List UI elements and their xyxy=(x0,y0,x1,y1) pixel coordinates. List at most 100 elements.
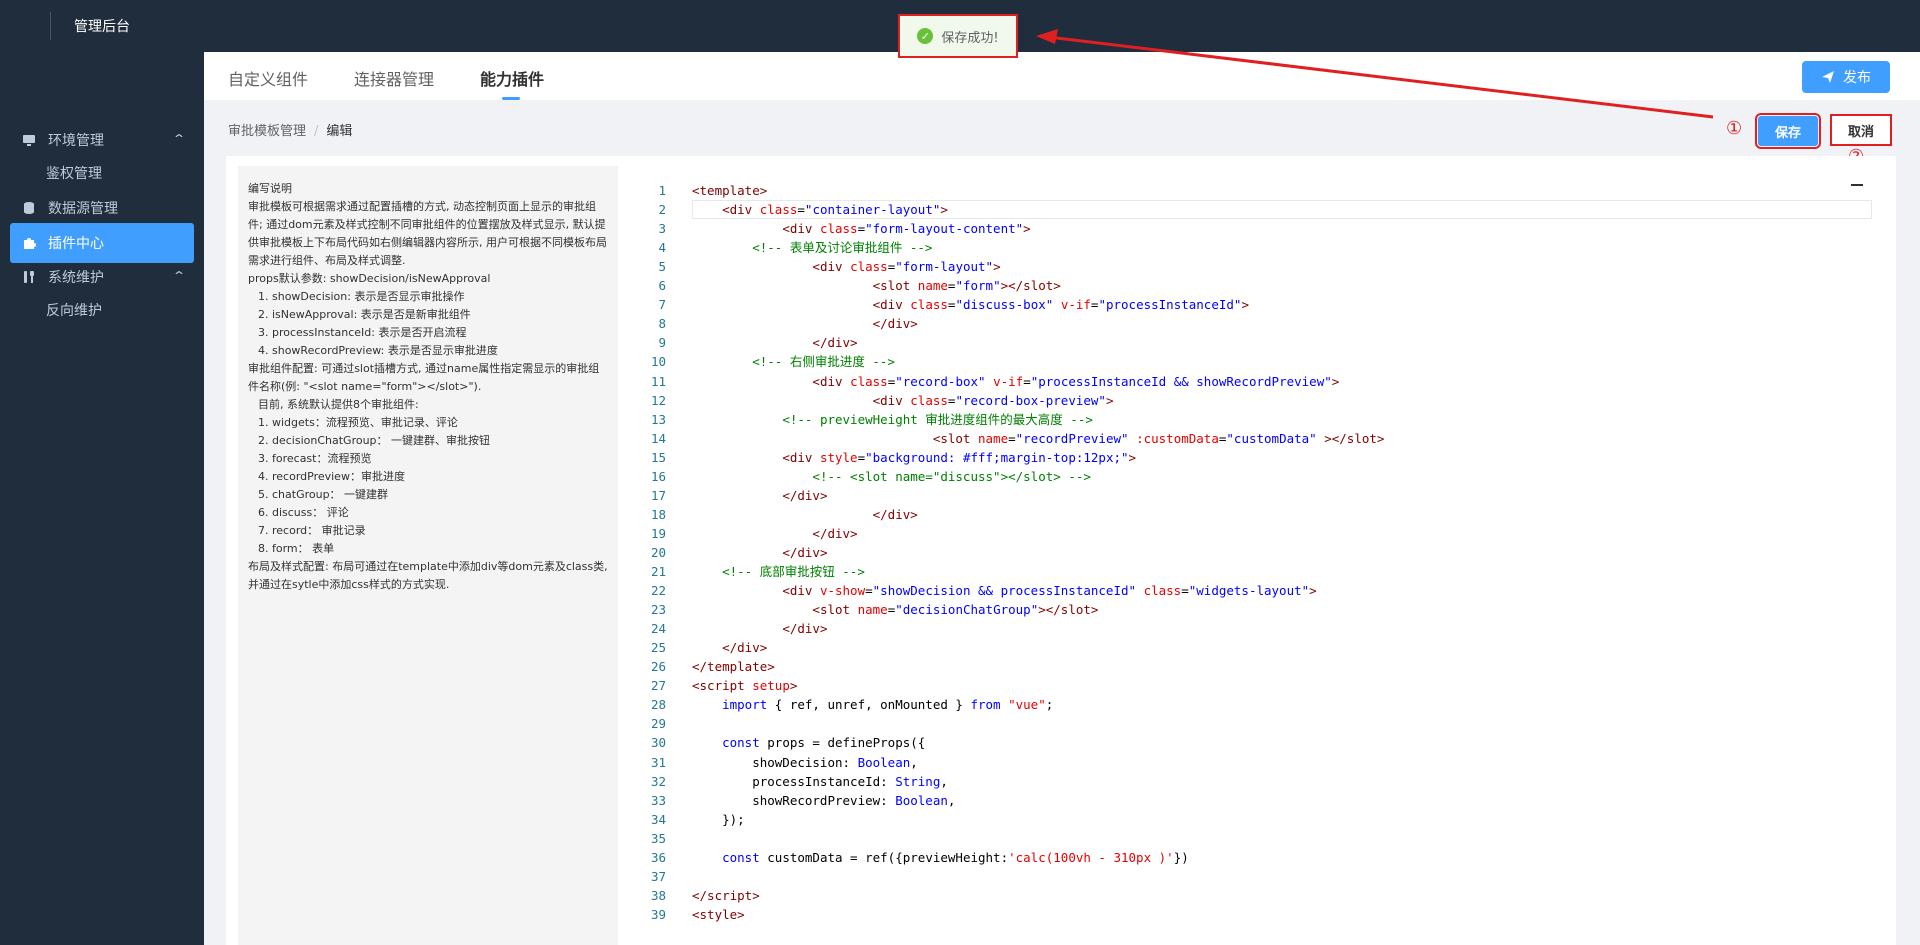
code-line[interactable]: 18 </div> xyxy=(636,505,1886,524)
line-number: 11 xyxy=(650,373,666,389)
doc-list-item: 2. isNewApproval: 表示是否是新审批组件 xyxy=(258,308,471,321)
publish-button[interactable]: 发布 xyxy=(1802,61,1890,93)
code-line[interactable]: 21 <!-- 底部审批按钮 --> xyxy=(636,562,1886,581)
sidebar-item-label: 环境管理 xyxy=(48,133,104,149)
code-text: </div> xyxy=(782,544,828,560)
code-line[interactable]: 11 <div class="record-box" v-if="process… xyxy=(636,372,1886,391)
code-line[interactable]: 8 </div> xyxy=(636,314,1886,333)
line-number: 6 xyxy=(658,278,666,294)
code-line[interactable]: 2 <div class="container-layout"> xyxy=(636,200,1886,219)
instructions-panel: 编写说明 审批模板可根据需求通过配置插槽的方式, 动态控制页面上显示的审批组件;… xyxy=(238,166,618,945)
code-text: <!-- 右侧审批进度 --> xyxy=(752,354,895,370)
code-line[interactable]: 31 showDecision: Boolean, xyxy=(636,753,1886,772)
code-line[interactable]: 32 processInstanceId: String, xyxy=(636,772,1886,791)
save-button[interactable]: 保存 xyxy=(1755,113,1821,149)
code-text: </div> xyxy=(812,335,858,351)
success-toast: ✓ 保存成功! xyxy=(898,14,1018,58)
code-line[interactable]: 23 <slot name="decisionChatGroup"></slot… xyxy=(636,600,1886,619)
chevron-up-icon: ⌃ xyxy=(171,269,187,283)
code-line[interactable]: 38 </script> xyxy=(636,886,1886,905)
code-text: showRecordPreview: Boolean, xyxy=(692,792,956,808)
line-number: 3 xyxy=(658,221,666,237)
code-text: <slot name="decisionChatGroup"></slot> xyxy=(812,602,1099,618)
sidebar-item-label: 反向维护 xyxy=(46,303,102,319)
code-text: <div class="record-box-preview"> xyxy=(872,392,1114,408)
code-line[interactable]: 17 </div> xyxy=(636,486,1886,505)
code-editor[interactable]: 1 <template> 2 <div class="container-layou… xyxy=(636,166,1886,945)
code-line[interactable]: 24 </div> xyxy=(636,619,1886,638)
code-line[interactable]: 33 showRecordPreview: Boolean, xyxy=(636,791,1886,810)
code-line[interactable]: 19 </div> xyxy=(636,524,1886,543)
tab-capability-plugins[interactable]: 能力插件 xyxy=(480,66,544,90)
code-line[interactable]: 7 <div class="discuss-box" v-if="process… xyxy=(636,295,1886,314)
doc-list-item: 4. showRecordPreview: 表示是否显示审批进度 xyxy=(258,344,498,357)
code-line[interactable]: 13 <!-- previewHeight 审批进度组件的最大高度 --> xyxy=(636,410,1886,429)
code-line[interactable]: 25 </div> xyxy=(636,638,1886,657)
line-number: 15 xyxy=(650,449,666,465)
sidebar: 环境管理 ⌃ 鉴权管理 数据源管理 插件中心 系统维护 ⌃ 反向维护 xyxy=(0,52,204,945)
code-line[interactable]: 30 const props = defineProps({ xyxy=(636,733,1886,752)
code-line[interactable]: 20 </div> xyxy=(636,543,1886,562)
code-line[interactable]: 12 <div class="record-box-preview"> xyxy=(636,391,1886,410)
line-number: 20 xyxy=(650,544,666,560)
code-text: </div> xyxy=(872,316,918,332)
code-line[interactable]: 35 xyxy=(636,829,1886,848)
tab-connectors[interactable]: 连接器管理 xyxy=(354,66,434,90)
cancel-button[interactable]: 取消 xyxy=(1830,114,1892,146)
line-number: 16 xyxy=(650,468,666,484)
active-tab-indicator xyxy=(502,97,520,100)
sidebar-item-label: 数据源管理 xyxy=(48,201,118,217)
code-line[interactable]: 1 <template> xyxy=(636,181,1886,200)
sidebar-item-reverse[interactable]: 反向维护 xyxy=(10,290,194,330)
line-number: 33 xyxy=(650,792,666,808)
code-line[interactable]: 28 import { ref, unref, onMounted } from… xyxy=(636,695,1886,714)
app-title: 管理后台 xyxy=(74,19,130,35)
line-number: 22 xyxy=(650,583,666,599)
code-line[interactable]: 22 <div v-show="showDecision && processI… xyxy=(636,581,1886,600)
line-number: 19 xyxy=(650,525,666,541)
code-line[interactable]: 5 <div class="form-layout"> xyxy=(636,257,1886,276)
code-line[interactable]: 27 <script setup> xyxy=(636,676,1886,695)
code-line[interactable]: 9 </div> xyxy=(636,333,1886,352)
breadcrumb-separator: / xyxy=(314,124,319,139)
code-line[interactable]: 4 <!-- 表单及讨论审批组件 --> xyxy=(636,238,1886,257)
code-line[interactable]: 16 <!-- <slot name="discuss"></slot> --> xyxy=(636,467,1886,486)
annotation-mark-1: ① xyxy=(1726,118,1743,139)
line-number: 35 xyxy=(650,830,666,846)
doc-list-item: 1. widgets：流程预览、审批记录、评论 xyxy=(258,416,458,429)
code-line[interactable]: 29 xyxy=(636,714,1886,733)
code-text: const props = defineProps({ xyxy=(722,735,926,751)
line-number: 37 xyxy=(650,868,666,884)
code-line[interactable]: 6 <slot name="form"></slot> xyxy=(636,276,1886,295)
code-text: <div class="record-box" v-if="processIns… xyxy=(812,373,1340,389)
line-number: 1 xyxy=(658,183,666,198)
code-text: <div class="discuss-box" v-if="processIn… xyxy=(872,297,1249,313)
tab-custom-components[interactable]: 自定义组件 xyxy=(228,66,308,90)
breadcrumb-parent[interactable]: 审批模板管理 xyxy=(228,124,306,139)
line-number: 28 xyxy=(650,697,666,713)
code-line[interactable]: 37 xyxy=(636,867,1886,886)
doc-heading: 编写说明 xyxy=(248,182,292,195)
doc-list-item: 3. forecast：流程预览 xyxy=(258,452,372,465)
sidebar-item-datasource[interactable]: 数据源管理 xyxy=(10,188,194,228)
code-line[interactable]: 26 </template> xyxy=(636,657,1886,676)
code-line[interactable]: 34 }); xyxy=(636,810,1886,829)
minimize-icon[interactable] xyxy=(1851,184,1863,186)
code-line[interactable]: 10 <!-- 右侧审批进度 --> xyxy=(636,352,1886,371)
code-text: <div class="form-layout-content"> xyxy=(782,221,1031,237)
line-number: 32 xyxy=(650,773,666,789)
doc-paragraph: 审批模板可根据需求通过配置插槽的方式, 动态控制页面上显示的审批组件; 通过do… xyxy=(248,200,607,267)
doc-paragraph: props默认参数: showDecision/isNewApproval xyxy=(248,272,491,285)
code-line[interactable]: 15 <div style="background: #fff;margin-t… xyxy=(636,448,1886,467)
code-line[interactable]: 14 <slot name="recordPreview" :customDat… xyxy=(636,429,1886,448)
code-text: <div class="container-layout"> xyxy=(722,202,948,218)
code-text: <div v-show="showDecision && processInst… xyxy=(782,583,1317,599)
code-text: <div style="background: #fff;margin-top:… xyxy=(782,449,1137,465)
doc-paragraph: 审批组件配置: 可通过slot插槽方式, 通过name属性指定需显示的审批组件名… xyxy=(248,362,600,393)
sidebar-item-auth[interactable]: 鉴权管理 xyxy=(10,153,194,193)
code-text: </div> xyxy=(722,640,768,656)
code-line[interactable]: 36 const customData = ref({previewHeight… xyxy=(636,848,1886,867)
code-line[interactable]: 3 <div class="form-layout-content"> xyxy=(636,219,1886,238)
code-line[interactable]: 39 <style> xyxy=(636,905,1886,924)
doc-list-item: 5. chatGroup： 一键建群 xyxy=(258,488,389,501)
